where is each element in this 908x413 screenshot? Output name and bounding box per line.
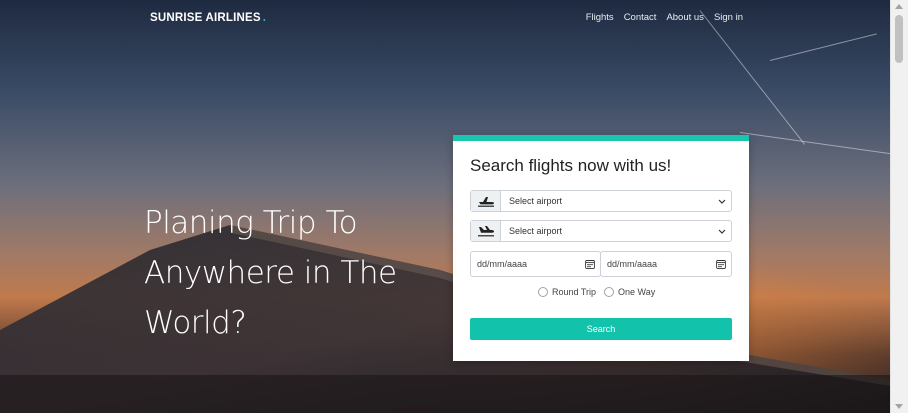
top-navbar: SUNRISE AIRLINES. Flights Contact About …: [0, 0, 891, 38]
radio-circle[interactable]: [604, 287, 615, 297]
departure-date-input[interactable]: dd/mm/aaaa: [470, 251, 601, 277]
plane-arrival-icon: [471, 221, 501, 241]
airplane-wing-image: [0, 225, 891, 413]
scroll-down-arrow-icon[interactable]: [895, 404, 903, 409]
plane-departure-icon: [471, 191, 501, 211]
round-trip-radio[interactable]: Round Trip: [538, 287, 596, 297]
origin-airport-value: Select airport: [509, 196, 563, 206]
nav-links: Flights Contact About us Sign in: [586, 12, 743, 23]
radio-circle[interactable]: [538, 287, 548, 297]
card-title: Search flights now with us!: [470, 156, 672, 175]
nav-link-sign-in[interactable]: Sign in: [714, 12, 743, 23]
scrollbar-thumb[interactable]: [895, 15, 903, 63]
brand-logo[interactable]: SUNRISE AIRLINES.: [150, 12, 266, 24]
brand-dot: .: [262, 12, 267, 24]
chevron-down-icon: [713, 229, 731, 234]
one-way-radio[interactable]: One Way: [604, 287, 655, 297]
brand-name: SUNRISE AIRLINES: [150, 12, 261, 24]
trip-type-group: Round Trip One Way: [538, 287, 655, 297]
vertical-scrollbar[interactable]: [890, 0, 908, 413]
headline-line: Anywhere in The: [144, 255, 397, 291]
headline-line: Planing Trip To: [144, 205, 358, 241]
scroll-up-arrow-icon[interactable]: [895, 4, 903, 9]
return-date-input[interactable]: dd/mm/aaaa: [600, 251, 732, 277]
calendar-icon[interactable]: [711, 259, 731, 269]
destination-airport-select[interactable]: Select airport: [470, 220, 732, 242]
hero-background: [0, 0, 891, 413]
origin-airport-select[interactable]: Select airport: [470, 190, 732, 212]
search-button[interactable]: Search: [470, 318, 732, 340]
departure-date-placeholder: dd/mm/aaaa: [477, 259, 528, 269]
calendar-icon[interactable]: [580, 259, 600, 269]
headline-line: World?: [144, 305, 247, 341]
nav-link-flights[interactable]: Flights: [586, 12, 614, 23]
nav-link-contact[interactable]: Contact: [624, 12, 657, 23]
flight-search-card: Search flights now with us! Select airpo…: [453, 135, 749, 361]
chevron-down-icon: [713, 199, 731, 204]
round-trip-label: Round Trip: [552, 287, 597, 297]
hero-headline: Planing Trip To Anywhere in The World?: [144, 198, 444, 348]
destination-airport-value: Select airport: [509, 226, 563, 236]
nav-link-about-us[interactable]: About us: [666, 12, 704, 23]
return-date-placeholder: dd/mm/aaaa: [607, 259, 658, 269]
card-accent-bar: [453, 135, 749, 141]
one-way-label: One Way: [618, 287, 656, 297]
